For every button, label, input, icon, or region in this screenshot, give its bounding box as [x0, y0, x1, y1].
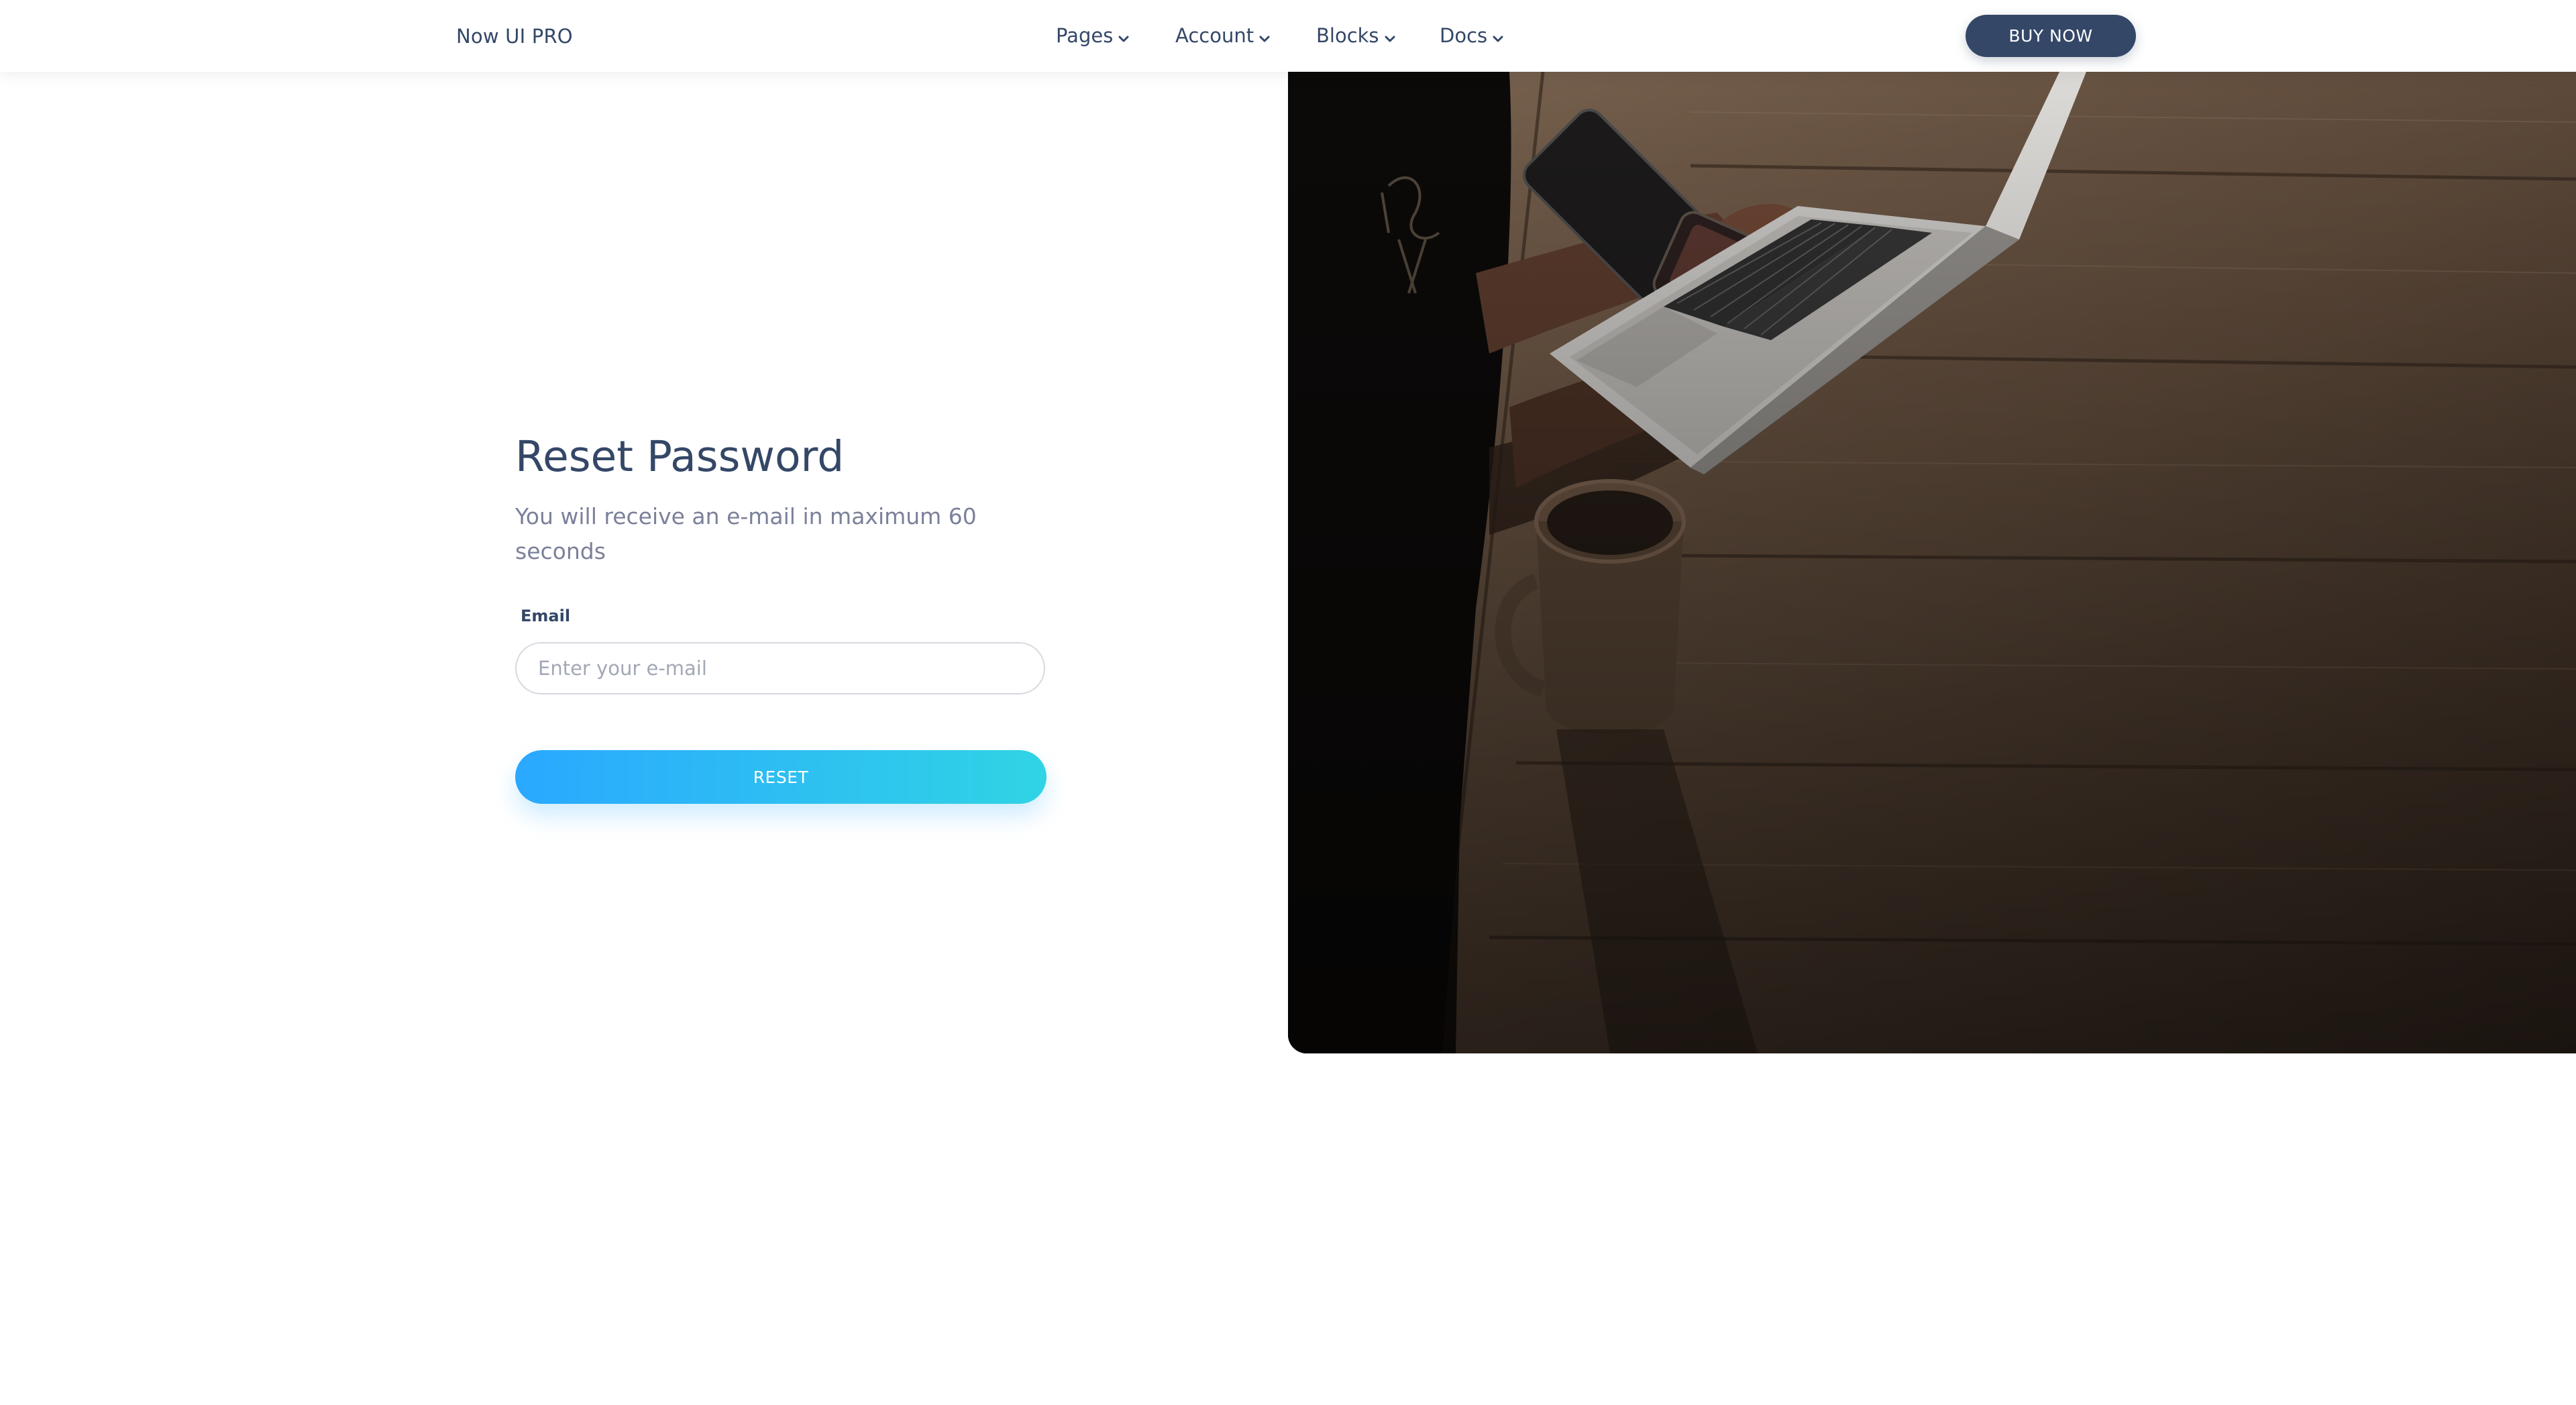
- page-subtitle: You will receive an e-mail in maximum 60…: [515, 503, 977, 564]
- nav-item-account[interactable]: Account: [1175, 24, 1272, 47]
- reset-button[interactable]: RESET: [515, 750, 1046, 804]
- chevron-down-icon: [1257, 28, 1272, 43]
- nav-item-label: Blocks: [1316, 24, 1379, 47]
- email-label: Email: [521, 607, 571, 625]
- laptop-desk-photo: [1288, 72, 2576, 1053]
- chevron-down-icon: [1383, 28, 1397, 43]
- nav-item-label: Pages: [1056, 24, 1114, 47]
- buy-now-button[interactable]: BUY NOW: [1966, 15, 2136, 57]
- page-title: Reset Password: [515, 432, 845, 481]
- nav-item-label: Docs: [1440, 24, 1488, 47]
- top-navbar: Now UI PRO Pages Account Blocks Docs BUY…: [0, 0, 2576, 72]
- nav-item-docs[interactable]: Docs: [1440, 24, 1505, 47]
- brand-link[interactable]: Now UI PRO: [456, 25, 573, 48]
- hero-image: [1288, 72, 2576, 1053]
- nav-item-label: Account: [1175, 24, 1254, 47]
- chevron-down-icon: [1116, 28, 1131, 43]
- chevron-down-icon: [1491, 28, 1505, 43]
- nav-item-pages[interactable]: Pages: [1056, 24, 1131, 47]
- email-field[interactable]: [515, 642, 1045, 694]
- nav-item-blocks[interactable]: Blocks: [1316, 24, 1397, 47]
